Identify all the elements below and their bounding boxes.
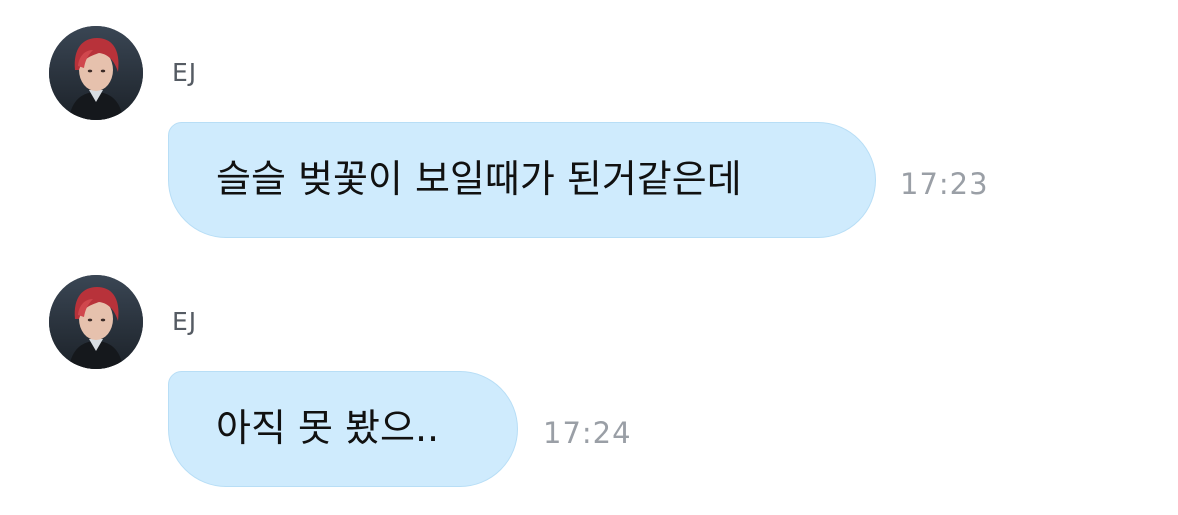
profile-photo-icon <box>49 26 143 120</box>
avatar[interactable] <box>49 275 143 369</box>
sender-name: EJ <box>172 307 198 336</box>
sender-name: EJ <box>172 58 198 87</box>
avatar[interactable] <box>49 26 143 120</box>
message-timestamp: 17:23 <box>900 167 989 201</box>
profile-photo-icon <box>49 275 143 369</box>
message-bubble[interactable]: 아직 못 봤으.. <box>168 371 518 487</box>
message-bubble[interactable]: 슬슬 벚꽃이 보일때가 된거같은데 <box>168 122 876 238</box>
message-timestamp: 17:24 <box>543 416 632 450</box>
